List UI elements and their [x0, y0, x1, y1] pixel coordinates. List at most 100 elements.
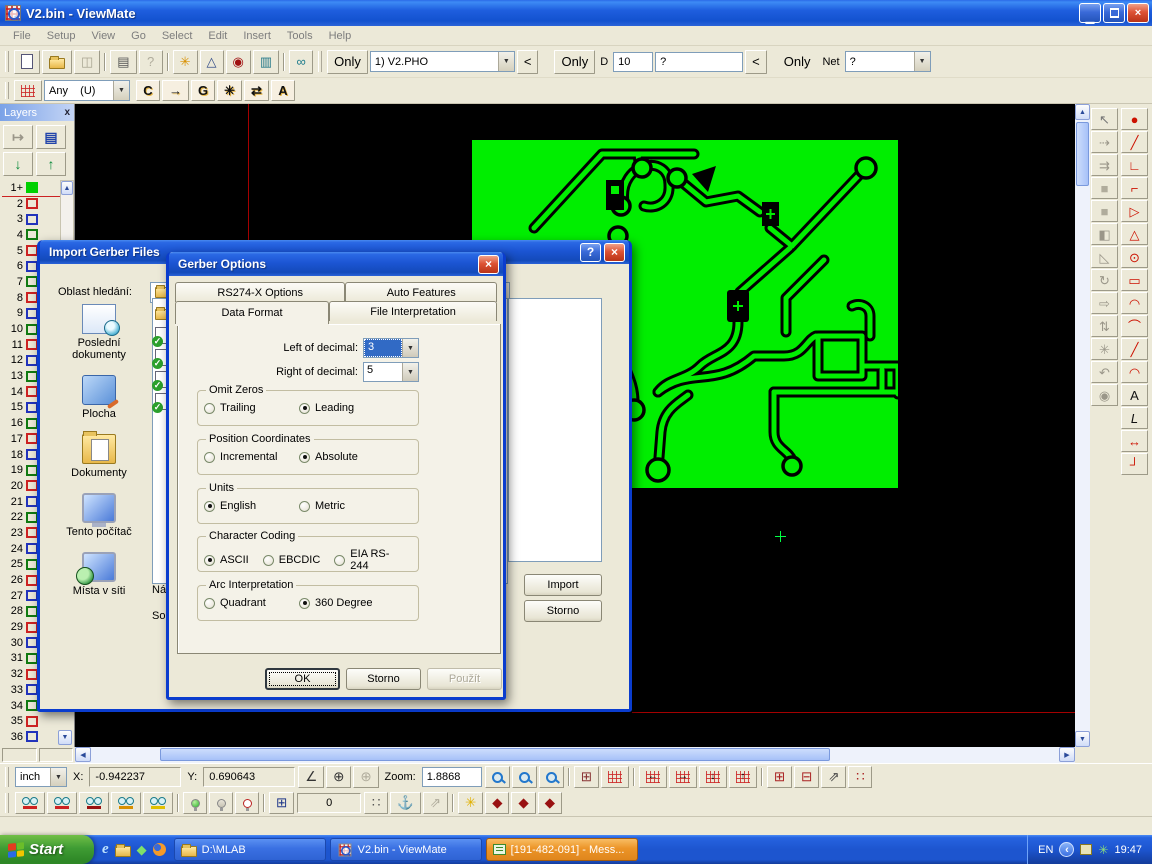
chevron-down-icon[interactable]: ▼: [402, 339, 418, 357]
select-mode-2-button[interactable]: G: [191, 80, 215, 101]
radio-icon[interactable]: [263, 555, 274, 566]
vertical-scroll-thumb[interactable]: [1076, 122, 1089, 186]
status-target-button[interactable]: ⊕: [326, 766, 351, 788]
radio-option-trailing[interactable]: Trailing: [204, 402, 299, 414]
radio-icon[interactable]: [299, 598, 310, 609]
tool-pad-dot-button[interactable]: ●: [1121, 108, 1148, 130]
tab-rs274x-options[interactable]: RS274-X Options: [175, 282, 345, 302]
select-mode-4-button[interactable]: ⇄: [244, 80, 269, 101]
radio-icon[interactable]: [204, 403, 215, 414]
status-grid-dots-button[interactable]: ∷: [364, 792, 388, 814]
pad-grid-mode-button[interactable]: [14, 80, 42, 101]
menu-help[interactable]: Help: [322, 28, 359, 44]
status-pad-select-2-button[interactable]: ◆: [511, 792, 535, 814]
status-glasses-pads-button[interactable]: [79, 792, 109, 814]
toolbar-dcode-inspect-button[interactable]: ◉: [226, 50, 251, 74]
tool-pointer-button[interactable]: ↖: [1091, 108, 1118, 130]
only-dcode-button[interactable]: Only: [554, 50, 595, 74]
toolbar-print-button[interactable]: ▤: [110, 50, 136, 74]
radio-option-ebcdic[interactable]: EBCDIC: [263, 554, 321, 566]
layer-color-swatch[interactable]: [26, 229, 38, 240]
place-recent-documents[interactable]: Poslední dokumenty: [50, 304, 148, 361]
chevron-down-icon[interactable]: ▼: [498, 52, 514, 71]
status-glasses-dots-button[interactable]: [15, 792, 45, 814]
menu-file[interactable]: File: [6, 28, 38, 44]
status-pan-left-button[interactable]: ←: [639, 766, 667, 788]
task-button[interactable]: D:\MLAB: [174, 838, 326, 861]
radio-option-leading[interactable]: Leading: [299, 402, 394, 414]
layers-insert-layer-button[interactable]: ↦: [3, 125, 33, 149]
close-icon[interactable]: ×: [604, 243, 625, 262]
close-button[interactable]: ×: [1127, 3, 1149, 23]
task-button[interactable]: V2.bin - ViewMate: [330, 838, 482, 861]
vertical-scrollbar[interactable]: ▲ ▼: [1075, 104, 1090, 747]
tab-file-interpretation[interactable]: File Interpretation: [329, 301, 497, 321]
status-grip[interactable]: [5, 793, 9, 814]
tool-fill-square-button[interactable]: ■: [1091, 177, 1118, 199]
status-grid-window-button[interactable]: ⊞: [574, 766, 599, 788]
firefox-icon[interactable]: [153, 843, 166, 856]
status-bulb-green-button[interactable]: [183, 792, 207, 814]
chevron-down-icon[interactable]: ▼: [113, 81, 129, 100]
radio-option-quadrant[interactable]: Quadrant: [204, 597, 299, 609]
layers-layer-table-button[interactable]: ▤: [36, 125, 66, 149]
left-of-decimal-combobox[interactable]: 3 ▼: [363, 338, 419, 358]
select-mode-1-button[interactable]: →: [162, 80, 189, 101]
toolbar-film-layers-button[interactable]: ▥: [253, 50, 279, 74]
layers-move-layer-down-button[interactable]: ↓: [3, 152, 33, 176]
app-tray-icon[interactable]: ✳: [1098, 843, 1108, 857]
menu-insert[interactable]: Insert: [236, 28, 278, 44]
toolbar-aperture-tool-button[interactable]: △: [200, 50, 224, 74]
tool-undo-button[interactable]: ↶: [1091, 361, 1118, 383]
layer-color-swatch[interactable]: [26, 716, 38, 727]
internet-explorer-icon[interactable]: e: [102, 841, 109, 858]
menu-setup[interactable]: Setup: [40, 28, 83, 44]
status-grid-red-button[interactable]: [601, 766, 629, 788]
layers-scroll-down[interactable]: ▼: [58, 730, 72, 745]
tool-corner-down-button[interactable]: ┘: [1121, 453, 1148, 475]
chevron-down-icon[interactable]: ▼: [914, 52, 930, 71]
scroll-up-icon[interactable]: ▲: [61, 181, 73, 195]
previous-net-button[interactable]: <: [745, 50, 767, 74]
status-angle-button[interactable]: ∠: [298, 766, 324, 788]
tray-collapse-icon[interactable]: ‹: [1059, 842, 1074, 857]
menu-tools[interactable]: Tools: [280, 28, 320, 44]
chevron-down-icon[interactable]: ▼: [402, 363, 418, 381]
radio-icon[interactable]: [204, 598, 215, 609]
radio-icon[interactable]: [334, 555, 345, 566]
start-button[interactable]: Start: [0, 835, 94, 864]
status-stretch-button[interactable]: ⇗: [821, 766, 846, 788]
toolbar-save-button[interactable]: ◫: [74, 50, 100, 74]
tool-text-l-button[interactable]: L: [1121, 407, 1148, 429]
select-mode-5-button[interactable]: A: [271, 80, 295, 101]
scroll-left-icon[interactable]: ◀: [75, 747, 91, 762]
status-glasses-flash-button[interactable]: [111, 792, 141, 814]
radio-option-eia-rs-244[interactable]: EIA RS-244: [334, 548, 402, 572]
folder-icon[interactable]: [115, 846, 131, 857]
close-icon[interactable]: ×: [478, 255, 499, 274]
status-magnifier-select-button[interactable]: [539, 766, 564, 788]
help-book-icon[interactable]: ◆: [137, 842, 147, 858]
layer-color-swatch[interactable]: [26, 198, 38, 209]
tool-dimension-button[interactable]: ↔: [1121, 430, 1148, 452]
restore-button[interactable]: [1103, 3, 1125, 23]
task-button[interactable]: [191-482-091] - Mess...: [486, 838, 638, 861]
status-anchor-button[interactable]: ⚓: [390, 792, 421, 814]
radio-option-metric[interactable]: Metric: [299, 500, 394, 512]
radio-option-absolute[interactable]: Absolute: [299, 451, 394, 463]
tool-polyline-button[interactable]: ∟: [1121, 154, 1148, 176]
ok-button[interactable]: OK: [265, 668, 340, 690]
tool-skew-button[interactable]: ◺: [1091, 246, 1118, 268]
status-bulb-off-button[interactable]: [235, 792, 259, 814]
previous-layer-button[interactable]: <: [517, 50, 539, 74]
toolbar-new-file-button[interactable]: [14, 50, 40, 74]
tool-rotate-button[interactable]: ↻: [1091, 269, 1118, 291]
tool-rectangle-button[interactable]: ▭: [1121, 269, 1148, 291]
layer-color-swatch[interactable]: [26, 214, 38, 225]
cancel-button[interactable]: Storno: [524, 600, 602, 622]
toolbar-grip[interactable]: [5, 82, 9, 99]
right-of-decimal-combobox[interactable]: 5 ▼: [363, 362, 419, 382]
radio-icon[interactable]: [204, 452, 215, 463]
tool-arrow-select-button[interactable]: ▷: [1121, 200, 1148, 222]
tool-transfer-items-button[interactable]: ⇨: [1091, 292, 1118, 314]
